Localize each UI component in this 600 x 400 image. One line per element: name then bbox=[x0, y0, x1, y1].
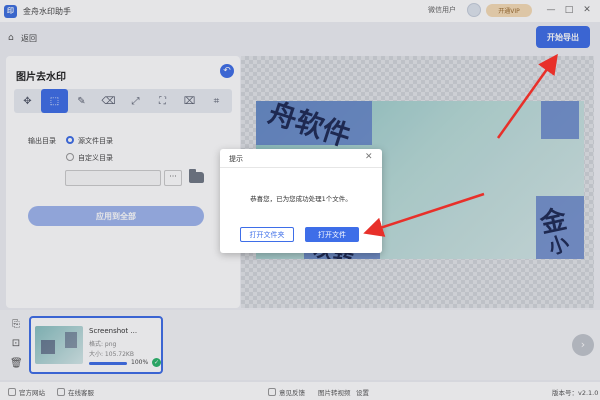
success-dialog: 提示 ✕ 恭喜您，已为您成功处理1个文件。 打开文件夹 打开文件 bbox=[220, 149, 382, 253]
dialog-header: 提示 ✕ bbox=[220, 149, 382, 168]
close-icon[interactable]: ✕ bbox=[365, 152, 373, 162]
dialog-title: 提示 bbox=[229, 155, 243, 163]
open-folder-button[interactable]: 打开文件夹 bbox=[240, 227, 294, 242]
dialog-message: 恭喜您，已为您成功处理1个文件。 bbox=[250, 195, 352, 203]
open-file-button[interactable]: 打开文件 bbox=[305, 227, 359, 242]
